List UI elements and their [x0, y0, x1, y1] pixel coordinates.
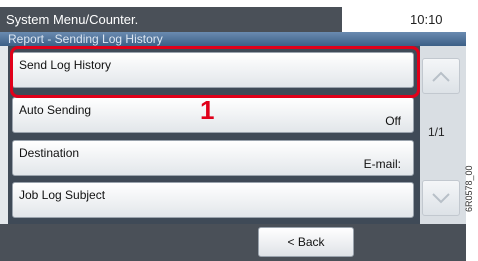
bottom-bar [0, 224, 466, 261]
destination-button[interactable]: Destination E-mail: [12, 140, 414, 176]
item-label: Job Log Subject [19, 188, 106, 202]
breadcrumb: Report - Sending Log History [0, 32, 466, 46]
item-value: E-mail: [363, 157, 401, 171]
back-button[interactable]: < Back [258, 227, 354, 257]
item-label: Auto Sending [19, 103, 92, 117]
screen-title: System Menu/Counter. [0, 7, 342, 32]
scroll-down-button[interactable] [422, 180, 460, 216]
job-log-subject-button[interactable]: Job Log Subject [12, 182, 414, 218]
item-label: Destination [19, 146, 80, 160]
figure-code: 6R0578_00 [464, 165, 474, 212]
clock: 10:10 [410, 12, 443, 27]
page-indicator: 1/1 [428, 125, 445, 139]
chevron-up-icon [432, 71, 450, 82]
top-bar: System Menu/Counter. 10:10 [0, 0, 466, 32]
item-value: Off [385, 114, 401, 128]
highlight-frame [10, 46, 420, 98]
step-callout: 1 [200, 95, 215, 125]
chevron-down-icon [432, 193, 450, 204]
scroll-up-button[interactable] [422, 58, 460, 94]
device-screen: System Menu/Counter. 10:10 Report - Send… [0, 0, 466, 261]
